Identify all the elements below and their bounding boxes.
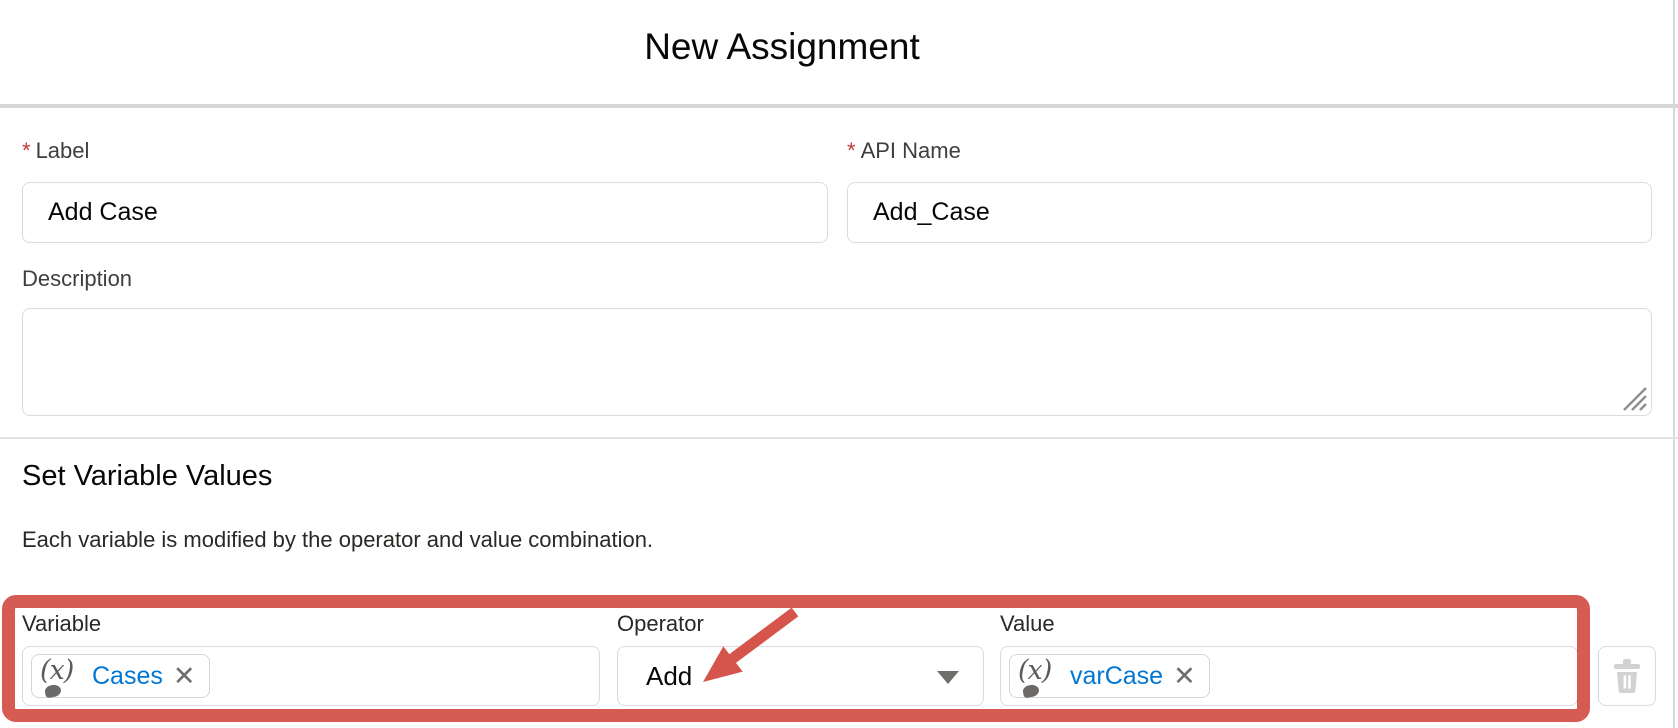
label-field-label-text: Label <box>36 138 90 163</box>
section-divider <box>0 437 1678 439</box>
chevron-down-icon <box>937 671 959 684</box>
page-title: New Assignment <box>0 26 1564 68</box>
new-assignment-dialog: New Assignment *Label *API Name Descript… <box>0 0 1678 728</box>
api-name-field-label-text: API Name <box>861 138 961 163</box>
value-pill[interactable]: (x) varCase ✕ <box>1009 654 1210 698</box>
variable-icon: (x) <box>40 654 82 698</box>
dialog-right-border <box>1673 0 1675 728</box>
trash-icon <box>1612 659 1642 693</box>
operator-selected-value: Add <box>646 661 692 692</box>
variable-icon: (x) <box>1018 654 1060 698</box>
section-heading: Set Variable Values <box>22 460 272 493</box>
variable-pill-label: Cases <box>92 662 163 691</box>
resize-grip-icon[interactable] <box>1618 384 1648 412</box>
header-divider <box>0 104 1678 108</box>
variable-column-label: Variable <box>22 611 101 637</box>
section-helper-text: Each variable is modified by the operato… <box>22 527 653 553</box>
required-asterisk: * <box>847 138 861 163</box>
label-field-label: *Label <box>22 138 89 164</box>
operator-column-label: Operator <box>617 611 704 637</box>
api-name-input[interactable] <box>847 182 1652 243</box>
value-column-label: Value <box>1000 611 1055 637</box>
description-textarea[interactable] <box>22 308 1652 416</box>
variable-pill[interactable]: (x) Cases ✕ <box>31 654 210 698</box>
value-pill-label: varCase <box>1070 662 1163 691</box>
value-combobox[interactable]: (x) varCase ✕ <box>1000 646 1578 706</box>
delete-assignment-button[interactable] <box>1598 646 1656 706</box>
api-name-field-label: *API Name <box>847 138 961 164</box>
remove-icon[interactable]: ✕ <box>173 663 196 690</box>
variable-combobox[interactable]: (x) Cases ✕ <box>22 646 600 706</box>
remove-icon[interactable]: ✕ <box>1173 663 1196 690</box>
label-input[interactable] <box>22 182 828 243</box>
operator-dropdown[interactable]: Add <box>617 646 984 706</box>
description-field-label: Description <box>22 266 132 292</box>
required-asterisk: * <box>22 138 36 163</box>
